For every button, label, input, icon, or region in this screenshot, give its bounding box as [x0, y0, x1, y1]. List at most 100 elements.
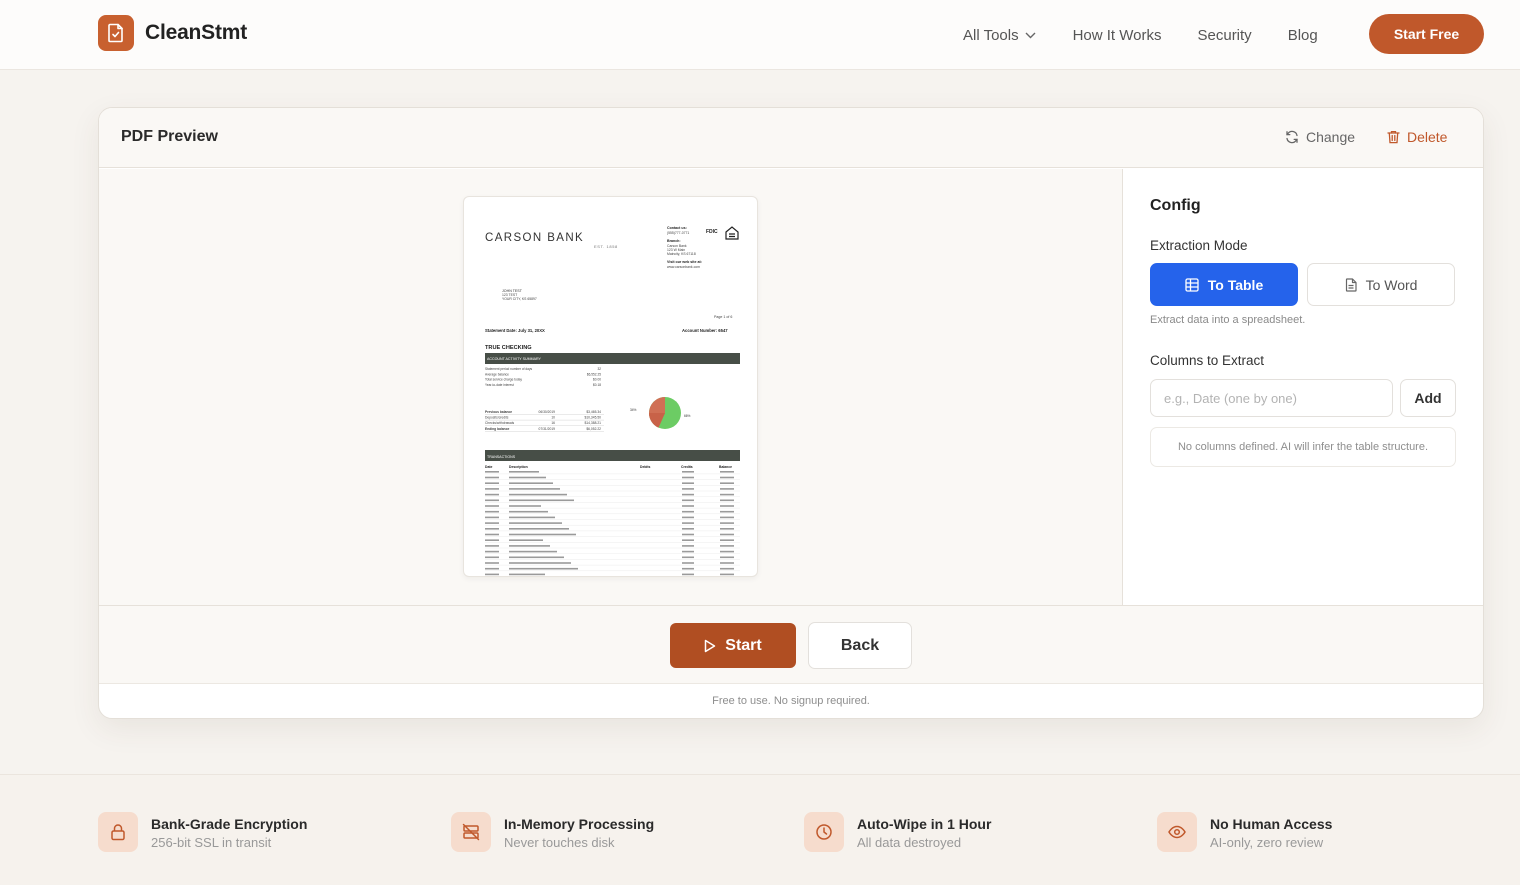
doc-balance-ref: 06/30/2019: [538, 410, 555, 414]
doc-transaction-cell: [509, 493, 567, 496]
nav-how-it-works[interactable]: How It Works: [1073, 27, 1162, 44]
doc-transaction-cell: [509, 471, 539, 473]
doc-transaction-cell: [485, 510, 499, 513]
nav-security[interactable]: Security: [1198, 27, 1252, 44]
doc-transaction-cell: [682, 488, 694, 490]
add-column-button[interactable]: Add: [1400, 379, 1456, 417]
lock-icon: [98, 812, 138, 852]
trust-subtitle: 256-bit SSL in transit: [151, 835, 272, 850]
pdf-preview-area: CARSON BANK EST. 1858 Contact us: (555)7…: [99, 169, 1123, 605]
nav-label: Security: [1197, 26, 1252, 44]
doc-summary-label: Statement period number of days: [485, 367, 533, 371]
trust-item: Auto-Wipe in 1 Hour All data destroyed: [804, 812, 991, 852]
doc-transaction-cell: [485, 545, 499, 547]
doc-transaction-cell: [485, 539, 499, 541]
doc-transactions-header-bar: [485, 450, 740, 461]
doc-balance-ref: 16: [551, 421, 555, 425]
doc-transaction-cell: [509, 482, 553, 484]
doc-transaction-cell: [682, 505, 694, 507]
doc-transaction-rows: [485, 471, 740, 576]
nav-label: How It Works: [1072, 26, 1162, 44]
doc-customer-line: YOUR CITY, KS 65897: [502, 297, 537, 301]
doc-transaction-cell: [509, 539, 543, 541]
column-name-input[interactable]: [1150, 379, 1393, 417]
doc-transaction-cell: [485, 499, 499, 502]
brand-logo[interactable]: CleanStmt: [98, 15, 247, 51]
doc-transaction-cell: [720, 476, 734, 479]
start-free-button[interactable]: Start Free: [1369, 14, 1484, 54]
delete-file-button[interactable]: Delete: [1387, 129, 1447, 145]
nav-all-tools[interactable]: All Tools: [963, 27, 1036, 44]
doc-transaction-cell: [485, 567, 499, 570]
doc-transaction-cell: [682, 533, 694, 536]
doc-pie-chart: 34% 66%: [630, 397, 691, 429]
mode-to-word-button[interactable]: To Word: [1307, 263, 1455, 306]
main-nav: All Tools How It Works Security Blog: [963, 0, 1318, 70]
mode-to-table-button[interactable]: To Table: [1150, 263, 1298, 306]
doc-web-url: www.carsonbank.com: [667, 265, 700, 269]
doc-transaction-cell: [485, 533, 499, 536]
preview-card: PDF Preview Change Delete CARSON BANK ES…: [98, 107, 1484, 719]
trust-title: No Human Access: [1210, 816, 1333, 832]
doc-transaction-cell: [720, 493, 734, 496]
nav-blog[interactable]: Blog: [1288, 27, 1318, 44]
doc-balance-amount: $3,465.34: [586, 410, 601, 414]
doc-bank-name: CARSON BANK: [485, 232, 584, 244]
doc-transaction-cell: [485, 516, 499, 519]
doc-transaction-cell: [509, 545, 550, 547]
doc-transaction-cell: [682, 562, 694, 564]
doc-transaction-cell: [720, 522, 734, 524]
mode-helper-text: Extract data into a spreadsheet.: [1150, 314, 1306, 326]
doc-transaction-cell: [682, 567, 694, 570]
no-disk-icon: [451, 812, 491, 852]
doc-transaction-cell: [485, 488, 499, 490]
columns-empty-hint: No columns defined. AI will infer the ta…: [1150, 427, 1456, 467]
doc-transaction-cell: [720, 516, 734, 519]
doc-branch-line: Maincity, KS 67118: [667, 252, 696, 256]
doc-col-date: Date: [485, 465, 492, 469]
doc-contact-phone: (555)777-0771: [667, 231, 689, 235]
doc-transaction-cell: [509, 528, 569, 530]
doc-account-number: Account Number: 6547: [682, 328, 728, 333]
card-title: PDF Preview: [121, 128, 218, 145]
pdf-page-thumbnail[interactable]: CARSON BANK EST. 1858 Contact us: (555)7…: [463, 196, 758, 577]
brand-name: CleanStmt: [145, 21, 248, 44]
doc-transaction-cell: [720, 533, 734, 536]
doc-transaction-cell: [485, 528, 499, 530]
doc-transaction-cell: [720, 545, 734, 547]
doc-transaction-cell: [509, 516, 555, 519]
table-icon: [1185, 277, 1199, 292]
doc-pie-label: 66%: [684, 414, 691, 418]
doc-transaction-cell: [682, 550, 694, 553]
doc-summary-label: Average balance: [485, 372, 509, 376]
doc-transaction-cell: [485, 573, 499, 576]
doc-pie-label: 34%: [630, 408, 637, 412]
doc-transaction-cell: [682, 539, 694, 541]
start-button[interactable]: Start: [670, 623, 796, 668]
doc-summary-rows: Statement period number of days 32 Average…: [485, 367, 601, 387]
back-button[interactable]: Back: [808, 622, 912, 669]
doc-transaction-cell: [682, 516, 694, 519]
doc-transaction-cell: [720, 556, 734, 559]
doc-transaction-cell: [720, 528, 734, 530]
doc-transaction-cell: [720, 505, 734, 507]
doc-transaction-cell: [682, 499, 694, 502]
doc-transaction-cell: [682, 510, 694, 513]
doc-balance-label: Deposits/credits: [485, 416, 509, 420]
nav-label: Blog: [1287, 26, 1318, 44]
document-icon: [1345, 277, 1357, 292]
trust-subtitle: Never touches disk: [504, 835, 615, 850]
doc-transaction-cell: [509, 567, 578, 570]
doc-transaction-cell: [720, 573, 734, 576]
doc-summary-value: $0.00: [593, 378, 601, 382]
doc-col-debits: Debits: [640, 465, 650, 469]
doc-transaction-cell: [485, 562, 499, 564]
trash-icon: [1387, 130, 1400, 144]
change-file-button[interactable]: Change: [1285, 129, 1355, 145]
doc-transaction-cell: [682, 528, 694, 530]
doc-branch-label: Branch:: [667, 239, 681, 243]
doc-balance-ref: 10: [551, 416, 555, 420]
doc-transaction-cell: [682, 522, 694, 524]
doc-bank-est: EST. 1858: [594, 244, 618, 249]
doc-web-label: Visit our web site at:: [667, 260, 702, 264]
